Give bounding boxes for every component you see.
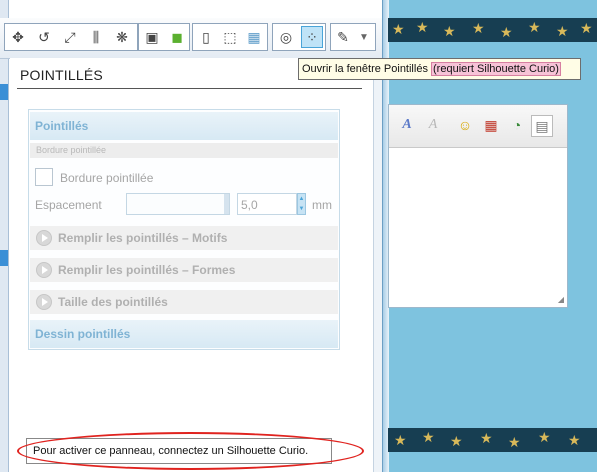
star-icon: ★ (472, 20, 485, 36)
clock-icon[interactable]: ◔ (507, 115, 527, 135)
grid-icon[interactable]: ▦ (243, 26, 265, 48)
dock-marker[interactable] (0, 84, 8, 100)
title-divider (17, 88, 362, 89)
dock-marker[interactable] (0, 250, 8, 266)
star-icon: ★ (500, 24, 513, 40)
tooltip-text: Ouvrir la fenêtre Pointillés (302, 63, 428, 75)
left-dock-strip (0, 0, 9, 472)
tooltip: Ouvrir la fenêtre Pointillés (requiert S… (298, 58, 581, 80)
section-header-drawing[interactable]: Dessin pointillés (30, 320, 338, 348)
play-icon (36, 230, 52, 246)
star-icon: ★ (394, 432, 407, 448)
star-icon: ★ (480, 430, 493, 446)
play-icon (36, 294, 52, 310)
star-icon: ★ (450, 433, 463, 449)
spacing-unit: mm (312, 198, 332, 212)
page-icon[interactable]: ▯ (195, 26, 217, 48)
crop-icon[interactable]: ⬚ (219, 26, 241, 48)
star-icon: ★ (422, 429, 435, 445)
spiral-icon[interactable]: ◎ (275, 26, 297, 48)
spacing-input[interactable]: 5,0 (237, 193, 297, 215)
star-icon: ★ (392, 21, 405, 37)
panel-title: POINTILLÉS (20, 67, 103, 83)
scale-icon[interactable]: ⤢ (59, 26, 81, 48)
dot-size-label: Taille des pointillés (58, 295, 168, 309)
dropdown-icon[interactable]: ▼ (353, 26, 375, 48)
dotted-border-label: Bordure pointillée (60, 171, 154, 185)
library-tool-group: ▣ ◼ (138, 23, 190, 51)
star-icon: ★ (528, 19, 541, 35)
move-icon[interactable]: ✥ (7, 26, 29, 48)
smiley-icon[interactable]: ☺ (455, 115, 475, 135)
sub-header-border: Bordure pointillée (30, 143, 338, 158)
dots-icon[interactable]: ⁘ (301, 26, 323, 48)
font-clear-icon[interactable]: A (423, 115, 443, 135)
page-tool-group: ▯ ⬚ ▦ (192, 23, 268, 51)
align-icon[interactable]: ⫼ (85, 26, 107, 48)
resize-grip-icon[interactable]: ◢ (558, 295, 564, 304)
star-icon: ★ (580, 20, 593, 36)
fill-motifs-button[interactable]: Remplir les pointillés – Motifs (30, 226, 338, 250)
curio-tool-group: ◎ ⁘ (272, 23, 326, 51)
star-icon: ★ (443, 23, 456, 39)
fill-shapes-button[interactable]: Remplir les pointillés – Formes (30, 258, 338, 282)
slider-handle[interactable] (224, 194, 229, 214)
spacing-stepper[interactable]: ▲ ▼ (297, 193, 306, 215)
fill-icon[interactable]: ◼ (166, 26, 188, 48)
star-icon: ★ (508, 434, 521, 450)
star-icon: ★ (568, 432, 581, 448)
spacing-label: Espacement (35, 198, 102, 212)
tooltip-highlight: (requiert Silhouette Curio) (431, 62, 561, 76)
editor-toolbar: A A ☺ ▦ ◔ ▤ (389, 105, 567, 148)
replicate-icon[interactable]: ❋ (111, 26, 133, 48)
spacing-slider[interactable] (126, 193, 230, 215)
section-header-pointilles[interactable]: Pointillés (30, 112, 338, 140)
red-annotation-ellipse (17, 432, 364, 470)
star-banner-bottom: ★ ★ ★ ★ ★ ★ ★ (388, 428, 597, 452)
dots-form: Pointillés Bordure pointillée Bordure po… (28, 109, 340, 350)
main-toolbar: ✥ ↺ ⤢ ⫼ ❋ ▣ ◼ ▯ ⬚ ▦ ◎ ⁘ ✎ ▼ (0, 18, 388, 59)
star-icon: ★ (556, 23, 569, 39)
spacing-value: 5,0 (241, 198, 258, 212)
page-icon[interactable]: ▤ (531, 115, 553, 137)
pen-tool-group: ✎ ▼ (330, 23, 376, 51)
transform-tool-group: ✥ ↺ ⤢ ⫼ ❋ (4, 23, 138, 51)
dotted-border-checkbox[interactable] (35, 168, 53, 186)
star-icon: ★ (416, 19, 429, 35)
dot-size-button[interactable]: Taille des pointillés (30, 290, 338, 314)
fill-motifs-label: Remplir les pointillés – Motifs (58, 231, 228, 245)
rotate-icon[interactable]: ↺ (33, 26, 55, 48)
library-icon[interactable]: ▣ (141, 26, 163, 48)
fill-shapes-label: Remplir les pointillés – Formes (58, 263, 236, 277)
play-icon (36, 262, 52, 278)
calendar-icon[interactable]: ▦ (481, 115, 501, 135)
star-banner-top: ★ ★ ★ ★ ★ ★ ★ ★ (388, 18, 597, 42)
star-icon: ★ (538, 429, 551, 445)
pen-icon[interactable]: ✎ (332, 26, 354, 48)
font-color-icon[interactable]: A (397, 115, 417, 135)
